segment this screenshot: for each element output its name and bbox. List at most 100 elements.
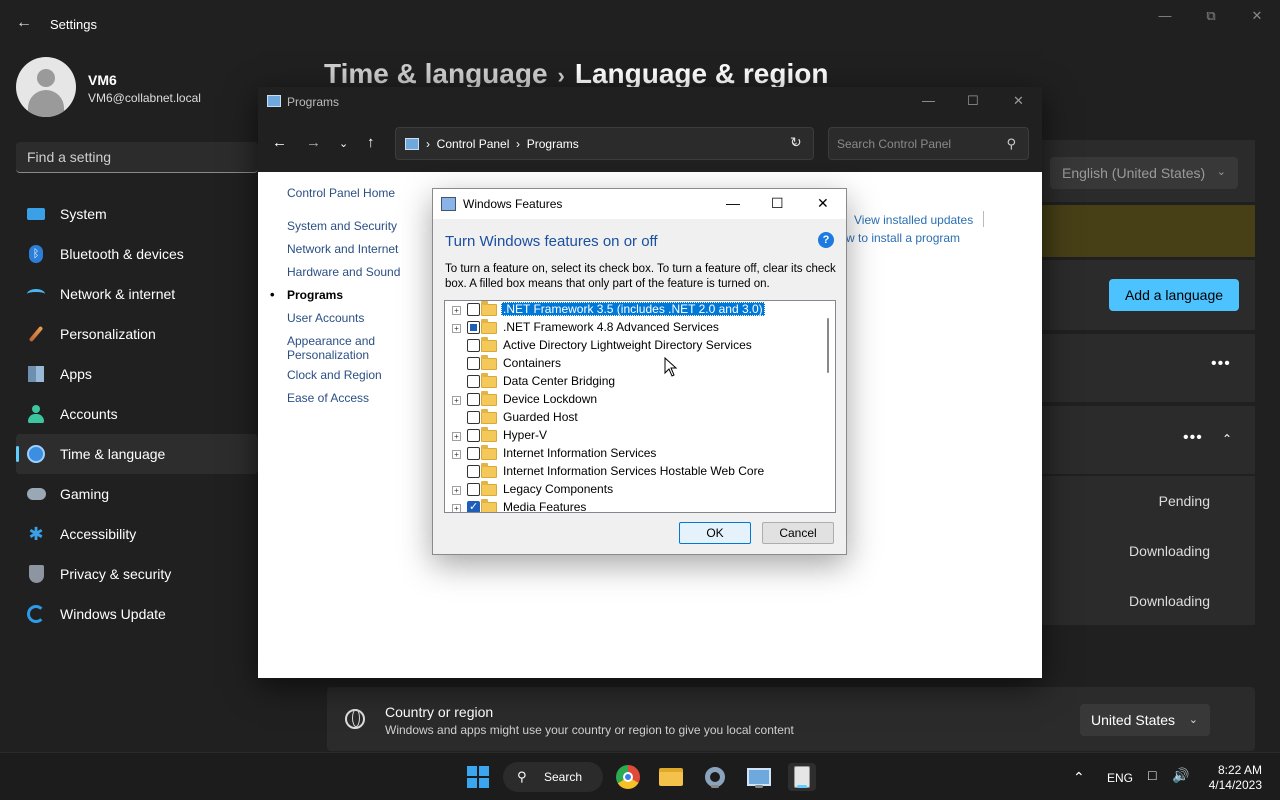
feature-checkbox[interactable] bbox=[467, 321, 480, 334]
address-bar[interactable]: › Control Panel › Programs ⌄ bbox=[395, 127, 814, 160]
view-installed-updates-link[interactable]: View installed updates bbox=[854, 213, 973, 227]
maximize-icon[interactable]: ⧉ bbox=[1203, 8, 1219, 24]
close-icon[interactable]: ✕ bbox=[1013, 93, 1024, 109]
feature-checkbox[interactable] bbox=[467, 393, 480, 406]
how-to-install-program-link[interactable]: w to install a program bbox=[846, 231, 960, 245]
sidebar-item-user-accounts[interactable]: User Accounts bbox=[287, 311, 437, 325]
chrome-icon[interactable] bbox=[614, 763, 642, 791]
clock[interactable]: 8:22 AM 4/14/2023 bbox=[1202, 763, 1262, 793]
feature-checkbox[interactable] bbox=[467, 303, 480, 316]
refresh-icon[interactable]: ↻ bbox=[790, 134, 802, 151]
breadcrumb-parent[interactable]: Time & language bbox=[324, 58, 548, 89]
feature-checkbox[interactable] bbox=[467, 375, 480, 388]
sidebar-item-time-language[interactable]: Time & language bbox=[16, 434, 258, 474]
minimize-icon[interactable]: — bbox=[726, 195, 740, 211]
up-arrow-icon[interactable]: ↑ bbox=[367, 134, 375, 151]
feature-row[interactable]: + Media Features bbox=[445, 499, 823, 512]
expand-icon[interactable]: + bbox=[452, 504, 461, 512]
sidebar-item-clock-region[interactable]: Clock and Region bbox=[287, 368, 437, 382]
sidebar-item-appearance[interactable]: Appearance and Personalization bbox=[287, 334, 397, 362]
search-input[interactable]: Search Control Panel ⚲ bbox=[828, 127, 1029, 160]
volume-icon[interactable]: 🔊 bbox=[1172, 767, 1189, 784]
close-icon[interactable]: ✕ bbox=[817, 195, 829, 212]
sidebar-item-home[interactable]: Control Panel Home bbox=[287, 186, 437, 200]
search-input[interactable]: Find a setting bbox=[16, 142, 258, 173]
windows-features-icon[interactable] bbox=[788, 763, 816, 791]
expand-icon[interactable]: + bbox=[452, 396, 461, 405]
feature-checkbox[interactable] bbox=[467, 465, 480, 478]
expand-icon[interactable]: + bbox=[452, 324, 461, 333]
feature-checkbox[interactable] bbox=[467, 339, 480, 352]
feature-label: Device Lockdown bbox=[503, 392, 598, 406]
sidebar-item-network[interactable]: Network & internet bbox=[16, 274, 258, 314]
sidebar-item-accessibility[interactable]: ✱ Accessibility bbox=[16, 514, 258, 554]
sidebar-item-network-internet[interactable]: Network and Internet bbox=[287, 242, 437, 256]
sidebar-item-system-security[interactable]: System and Security bbox=[287, 219, 437, 233]
sidebar-item-personalization[interactable]: Personalization bbox=[16, 314, 258, 354]
feature-row[interactable]: + Hyper-V bbox=[445, 427, 823, 445]
expand-icon[interactable]: + bbox=[452, 306, 461, 315]
settings-icon[interactable] bbox=[701, 763, 729, 791]
taskbar-search-button[interactable]: ⚲ Search bbox=[503, 762, 603, 792]
feature-row[interactable]: Containers bbox=[445, 355, 823, 373]
feature-row[interactable]: + Internet Information Services bbox=[445, 445, 823, 463]
maximize-icon[interactable]: ☐ bbox=[771, 195, 784, 212]
feature-checkbox[interactable] bbox=[467, 357, 480, 370]
sidebar-item-ease-of-access[interactable]: Ease of Access bbox=[287, 391, 437, 405]
minimize-icon[interactable]: — bbox=[922, 93, 935, 108]
scrollbar-thumb[interactable] bbox=[827, 318, 829, 373]
feature-row[interactable]: + .NET Framework 4.8 Advanced Services bbox=[445, 319, 823, 337]
sidebar-item-system[interactable]: System bbox=[16, 194, 258, 234]
feature-row[interactable]: Internet Information Services Hostable W… bbox=[445, 463, 823, 481]
expand-icon[interactable]: + bbox=[452, 486, 461, 495]
address-segment[interactable]: Control Panel bbox=[437, 137, 510, 151]
close-icon[interactable]: ✕ bbox=[1249, 8, 1265, 24]
feature-row[interactable]: + Legacy Components bbox=[445, 481, 823, 499]
folder-icon bbox=[481, 355, 497, 370]
file-explorer-icon[interactable] bbox=[657, 763, 685, 791]
sidebar-item-apps[interactable]: Apps bbox=[16, 354, 258, 394]
recent-locations-icon[interactable]: ⌄ bbox=[339, 137, 348, 150]
sidebar-item-accounts[interactable]: Accounts bbox=[16, 394, 258, 434]
language-indicator[interactable]: ENG bbox=[1107, 771, 1133, 785]
country-dropdown[interactable]: United States ⌄ bbox=[1080, 704, 1210, 736]
feature-checkbox[interactable] bbox=[467, 411, 480, 424]
sidebar-item-bluetooth[interactable]: ᛒ Bluetooth & devices bbox=[16, 234, 258, 274]
feature-row[interactable]: + Device Lockdown bbox=[445, 391, 823, 409]
feature-checkbox[interactable] bbox=[467, 500, 480, 512]
sidebar-item-privacy[interactable]: Privacy & security bbox=[16, 554, 258, 594]
ok-button[interactable]: OK bbox=[679, 522, 751, 544]
display-language-dropdown[interactable]: English (United States) ⌄ bbox=[1050, 157, 1238, 189]
feature-row[interactable]: + .NET Framework 3.5 (includes .NET 2.0 … bbox=[445, 301, 823, 319]
address-segment[interactable]: Programs bbox=[527, 137, 579, 151]
help-icon[interactable]: ? bbox=[818, 232, 834, 248]
more-options-icon[interactable]: ••• bbox=[1183, 429, 1203, 447]
sidebar-item-windows-update[interactable]: Windows Update bbox=[16, 594, 258, 634]
expand-icon[interactable]: + bbox=[452, 432, 461, 441]
feature-checkbox[interactable] bbox=[467, 429, 480, 442]
back-arrow-icon[interactable]: ← bbox=[16, 14, 34, 32]
tree-scrollbar[interactable] bbox=[823, 301, 835, 512]
feature-row[interactable]: Active Directory Lightweight Directory S… bbox=[445, 337, 823, 355]
add-language-button[interactable]: Add a language bbox=[1109, 279, 1239, 311]
back-arrow-icon[interactable]: ← bbox=[272, 134, 287, 151]
more-options-icon[interactable]: ••• bbox=[1211, 355, 1231, 373]
sidebar-item-hardware-sound[interactable]: Hardware and Sound bbox=[287, 265, 437, 279]
chevron-up-icon[interactable]: ⌃ bbox=[1222, 432, 1232, 446]
start-icon[interactable] bbox=[464, 763, 492, 791]
maximize-icon[interactable]: ☐ bbox=[967, 93, 979, 109]
expand-icon[interactable]: + bbox=[452, 450, 461, 459]
forward-arrow-icon[interactable]: → bbox=[306, 134, 321, 151]
feature-checkbox[interactable] bbox=[467, 447, 480, 460]
control-panel-icon[interactable] bbox=[745, 763, 773, 791]
cancel-button[interactable]: Cancel bbox=[762, 522, 834, 544]
minimize-icon[interactable]: — bbox=[1157, 8, 1173, 24]
network-icon[interactable]: □ bbox=[1148, 767, 1156, 783]
chevron-up-icon[interactable]: ⌃ bbox=[1073, 769, 1085, 786]
mouse-cursor-icon bbox=[664, 357, 678, 377]
feature-row[interactable]: Data Center Bridging bbox=[445, 373, 823, 391]
avatar[interactable] bbox=[16, 57, 76, 117]
feature-checkbox[interactable] bbox=[467, 483, 480, 496]
sidebar-item-gaming[interactable]: Gaming bbox=[16, 474, 258, 514]
feature-row[interactable]: Guarded Host bbox=[445, 409, 823, 427]
